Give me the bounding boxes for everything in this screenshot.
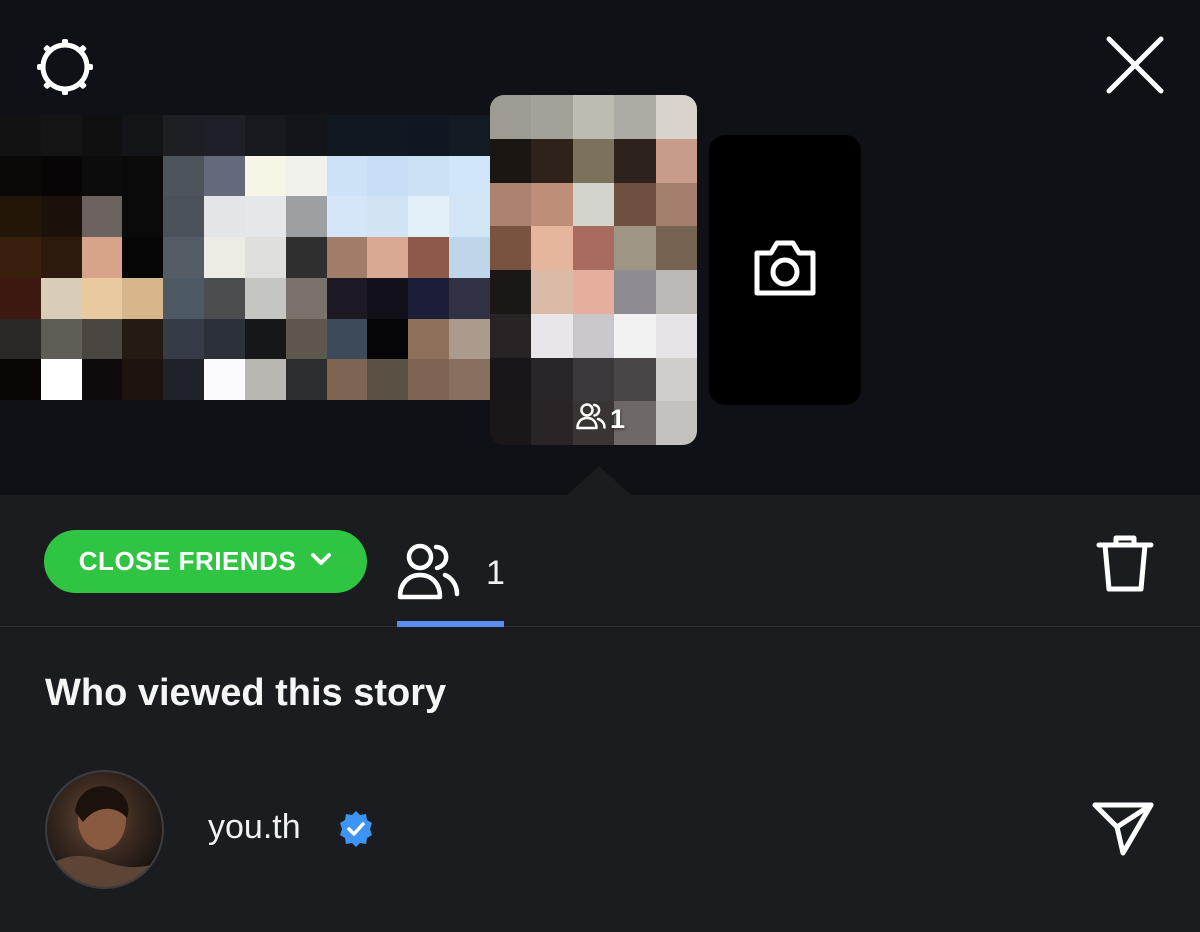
add-story-button[interactable] [709, 135, 861, 405]
selection-pointer [566, 466, 632, 496]
delete-story-button[interactable] [1090, 530, 1160, 600]
close-friends-button[interactable]: CLOSE FRIENDS [44, 530, 367, 593]
chevron-down-icon [310, 552, 332, 571]
current-story-thumbnail[interactable] [490, 95, 697, 445]
previous-stories-strip[interactable] [0, 115, 490, 400]
send-icon [1091, 799, 1155, 862]
trash-icon [1096, 533, 1154, 598]
story-viewer-count-value: 1 [610, 403, 626, 434]
settings-button[interactable] [30, 36, 100, 102]
close-friends-label: CLOSE FRIENDS [78, 546, 297, 576]
verified-badge-icon [337, 810, 375, 848]
send-message-button[interactable] [1085, 795, 1160, 865]
viewer-username[interactable]: you.th [208, 808, 301, 847]
viewers-icon [575, 400, 607, 439]
tab-viewers[interactable]: 1 [396, 520, 505, 627]
avatar[interactable] [45, 770, 164, 889]
close-button[interactable] [1100, 32, 1170, 102]
viewers-section-title: Who viewed this story [45, 672, 447, 714]
gear-icon [33, 35, 97, 104]
list-item[interactable] [0, 760, 1200, 896]
camera-icon [751, 237, 819, 304]
close-icon [1105, 35, 1165, 100]
tab-active-indicator [397, 621, 504, 627]
viewers-icon [396, 541, 460, 606]
story-viewer-count: 1 [575, 402, 625, 436]
viewers-count: 1 [486, 554, 505, 592]
